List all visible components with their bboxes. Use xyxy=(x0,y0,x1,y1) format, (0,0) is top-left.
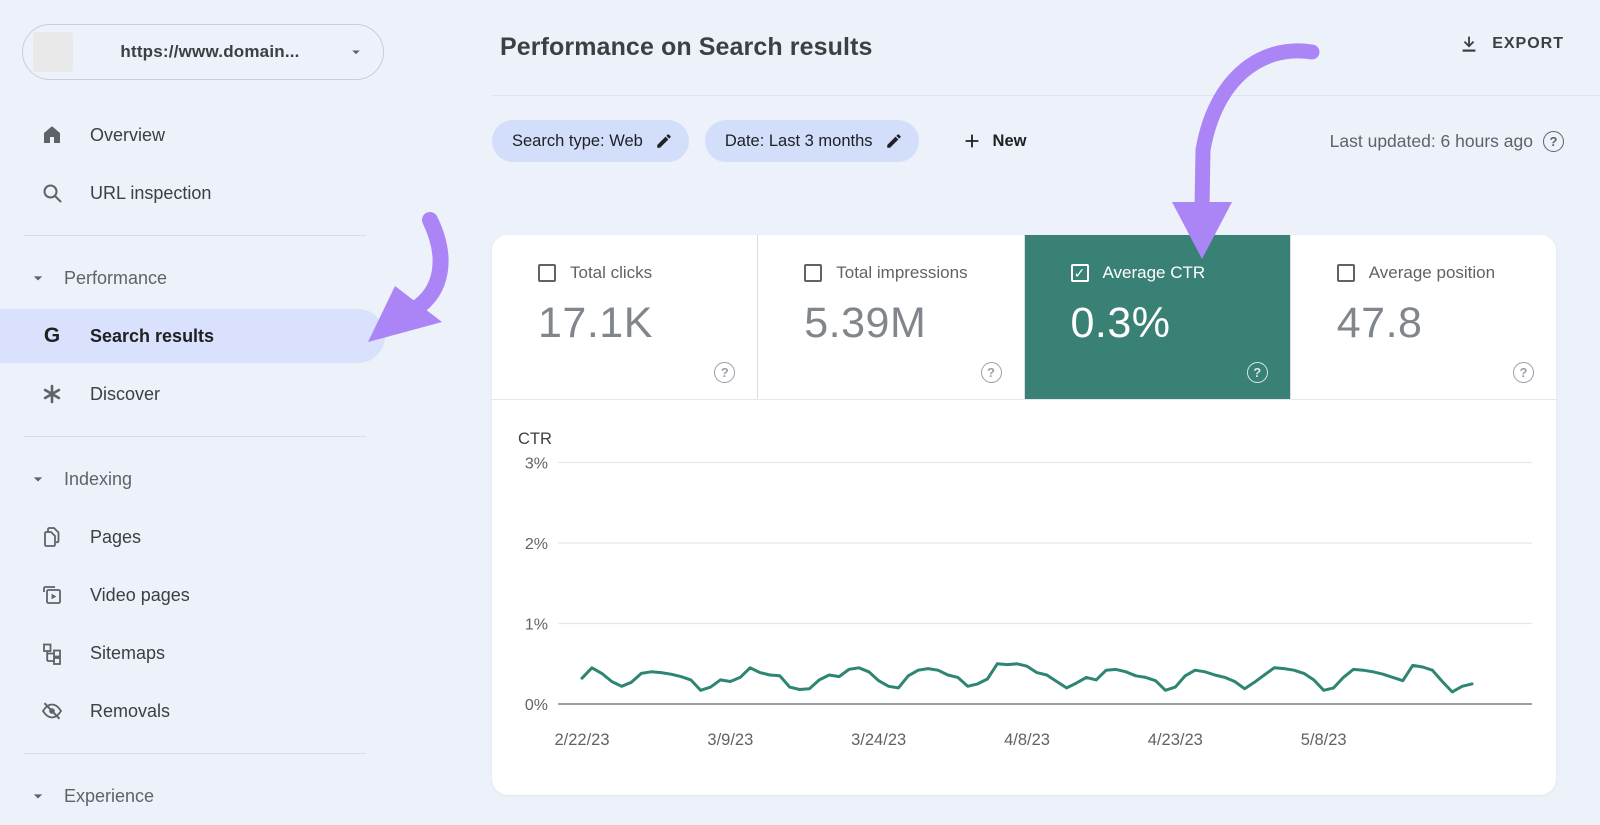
export-button[interactable]: EXPORT xyxy=(1458,33,1564,55)
metric-value: 47.8 xyxy=(1336,299,1423,347)
performance-card: Total clicks 17.1K? Total impressions 5.39M… xyxy=(492,235,1556,795)
metric-value: 17.1K xyxy=(538,299,653,347)
filter-chip-date[interactable]: Date: Last 3 months xyxy=(704,120,919,162)
pencil-icon xyxy=(657,134,671,148)
x-tick-label: 2/22/23 xyxy=(554,731,609,749)
sidebar-section-performance[interactable]: Performance xyxy=(0,249,470,307)
sidebar-item-sitemaps[interactable]: Sitemaps xyxy=(0,624,470,682)
metric-card-average-position[interactable]: Average position 47.8? xyxy=(1291,235,1556,399)
help-icon[interactable]: ? xyxy=(980,362,1002,383)
video-pages-icon xyxy=(40,583,64,607)
help-icon[interactable]: ? xyxy=(714,362,736,383)
caret-down-icon xyxy=(28,786,48,806)
property-url-label: https://www.domain... xyxy=(120,42,300,61)
x-tick-label: 3/9/23 xyxy=(707,731,753,749)
x-tick-label: 5/8/23 xyxy=(1301,731,1347,749)
sidebar-section-indexing[interactable]: Indexing xyxy=(0,450,470,508)
sidebar-item-video-pages[interactable]: Video pages xyxy=(0,566,470,624)
discover-icon xyxy=(40,382,64,406)
checkbox-checked-icon[interactable]: ✓ xyxy=(1070,264,1089,282)
y-tick-label: 1% xyxy=(525,617,548,634)
sidebar: https://www.domain... Overview URL inspec… xyxy=(0,0,470,825)
sidebar-item-label: Sitemaps xyxy=(90,642,166,663)
metric-card-head: Total clicks xyxy=(538,263,757,283)
pencil-icon xyxy=(886,134,901,148)
sidebar-divider xyxy=(24,436,366,437)
sidebar-item-label: Pages xyxy=(90,526,142,547)
sidebar-item-removals[interactable]: Removals xyxy=(0,682,470,740)
sidebar-item-label: Discover xyxy=(90,383,161,404)
sidebar-divider xyxy=(24,235,366,236)
sidebar-divider xyxy=(24,753,366,754)
checkbox-unchecked-icon[interactable] xyxy=(538,264,556,282)
filter-chip-label: Date: Last 3 months xyxy=(724,131,873,150)
sidebar-item-search-results[interactable]: G Search results xyxy=(0,309,385,363)
help-icon[interactable]: ? xyxy=(1246,362,1268,383)
site-favicon-placeholder xyxy=(33,32,73,72)
help-icon[interactable]: ? xyxy=(1513,362,1534,383)
page-title: Performance on Search results xyxy=(500,33,873,61)
sidebar-item-label: Overview xyxy=(90,124,166,145)
metric-label: Average position xyxy=(1368,263,1496,282)
metric-value: 0.3% xyxy=(1070,299,1171,347)
metric-value: 5.39M xyxy=(804,299,927,347)
checkbox-unchecked-icon[interactable] xyxy=(804,264,823,282)
sidebar-item-label: Removals xyxy=(90,700,171,721)
new-filter-label: New xyxy=(992,131,1027,150)
export-label: EXPORT xyxy=(1492,35,1564,52)
google-g-icon: G xyxy=(43,324,61,347)
filter-bar: Search type: Web Date: Last 3 months New… xyxy=(492,120,1564,162)
sitemaps-icon xyxy=(40,641,64,665)
metric-label: Average CTR xyxy=(1102,263,1206,282)
metric-label: Total impressions xyxy=(836,263,968,282)
ctr-series-line xyxy=(580,662,1474,694)
sidebar-item-pages[interactable]: Pages xyxy=(0,508,470,566)
x-tick-label: 4/23/23 xyxy=(1148,731,1203,749)
sidebar-item-overview[interactable]: Overview xyxy=(0,106,470,164)
sidebar-item-discover[interactable]: Discover xyxy=(0,365,470,423)
download-icon xyxy=(1462,36,1476,52)
y-axis-title: CTR xyxy=(518,430,552,448)
sidebar-section-label: Indexing xyxy=(64,468,133,489)
sidebar-item-label: URL inspection xyxy=(90,182,212,203)
last-updated-status: Last updated: 6 hours ago ? xyxy=(1329,130,1564,152)
metric-card-head: Total impressions xyxy=(804,263,1023,283)
chevron-down-icon xyxy=(352,50,360,55)
metrics-row: Total clicks 17.1K? Total impressions 5.39M… xyxy=(492,235,1556,400)
header-divider xyxy=(492,95,1600,96)
metric-card-head: ✓ Average CTR xyxy=(1070,263,1290,283)
help-icon[interactable]: ? xyxy=(1543,130,1564,152)
checkbox-unchecked-icon[interactable] xyxy=(1336,264,1355,282)
sidebar-section-label: Experience xyxy=(64,785,155,806)
metric-card-average-ctr[interactable]: ✓ Average CTR 0.3%? xyxy=(1024,235,1291,399)
caret-down-icon xyxy=(28,469,48,489)
metric-card-head: Average position xyxy=(1336,263,1556,283)
new-filter-button[interactable]: New xyxy=(961,130,1027,152)
filter-chip-label: Search type: Web xyxy=(512,131,643,150)
y-tick-label: 0% xyxy=(525,697,548,714)
last-updated-text: Last updated: 6 hours ago xyxy=(1329,130,1533,151)
metric-card-total-clicks[interactable]: Total clicks 17.1K? xyxy=(492,235,759,399)
property-selector[interactable]: https://www.domain... xyxy=(22,24,384,80)
y-tick-label: 3% xyxy=(525,456,548,473)
y-tick-label: 2% xyxy=(525,536,548,553)
home-icon xyxy=(40,123,64,147)
sidebar-item-label: Search results xyxy=(90,325,215,346)
sidebar-item-label: Video pages xyxy=(90,584,190,605)
x-tick-label: 4/8/23 xyxy=(1004,731,1050,749)
x-tick-label: 3/24/23 xyxy=(851,731,906,749)
filter-chip-search-type[interactable]: Search type: Web xyxy=(492,120,689,162)
ctr-line-chart: CTR 3% 2% 1% 0% 2/22/23 3/9/23 3/24/23 4/8/23 4/2… xyxy=(518,430,1532,749)
sidebar-section-label: Performance xyxy=(64,267,168,288)
plus-icon xyxy=(965,134,978,148)
pages-icon xyxy=(40,525,64,549)
sidebar-item-url-inspection[interactable]: URL inspection xyxy=(0,164,470,222)
metric-label: Total clicks xyxy=(570,263,653,282)
metric-card-total-impressions[interactable]: Total impressions 5.39M? xyxy=(758,235,1025,399)
removals-icon xyxy=(40,699,64,723)
caret-down-icon xyxy=(28,268,48,288)
search-icon xyxy=(40,181,64,205)
sidebar-section-experience[interactable]: Experience xyxy=(0,767,470,825)
